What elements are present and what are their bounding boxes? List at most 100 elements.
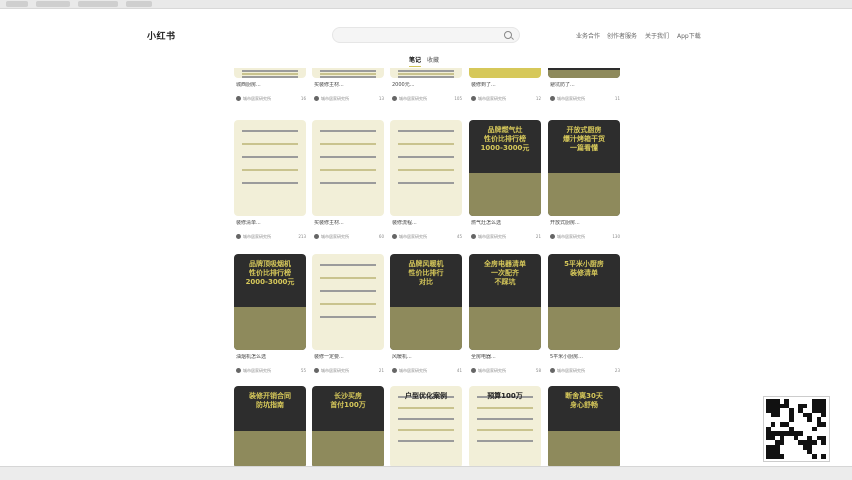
- like-count[interactable]: 16: [301, 96, 306, 101]
- note-title[interactable]: 风暖机...: [392, 354, 462, 361]
- author-name[interactable]: 城市居家研究所: [399, 96, 427, 102]
- note-card[interactable]: 买装修主材... 城市居家研究所 60: [312, 120, 384, 248]
- like-count[interactable]: 58: [536, 368, 541, 373]
- note-cover-image[interactable]: 装修开销合同 防坑指南: [234, 386, 306, 467]
- note-cover-image[interactable]: [312, 120, 384, 216]
- like-count[interactable]: 55: [301, 368, 306, 373]
- like-count[interactable]: 11: [615, 96, 620, 101]
- author-name[interactable]: 城市居家研究所: [557, 96, 585, 102]
- like-count[interactable]: 213: [298, 234, 306, 239]
- note-title[interactable]: 买装修主材...: [314, 220, 384, 227]
- note-title[interactable]: 开放式厨房...: [550, 220, 620, 227]
- avatar[interactable]: [236, 234, 241, 239]
- note-cover-image[interactable]: 5平米小厨房 装修清单: [548, 254, 620, 350]
- note-card[interactable]: 开放式厨房 爆汁烤箱干货 一篇看懂开放式厨房... 城市居家研究所 130: [548, 120, 620, 248]
- like-count[interactable]: 23: [615, 368, 620, 373]
- note-card[interactable]: 断舍离30天 身心舒畅: [548, 386, 620, 467]
- note-title[interactable]: 城西厨房...: [236, 82, 306, 89]
- note-title[interactable]: 装修清单...: [236, 220, 306, 227]
- site-logo[interactable]: 小红书: [147, 29, 176, 42]
- nav-link-creator[interactable]: 创作者服务: [607, 31, 637, 40]
- like-count[interactable]: 130: [612, 234, 620, 239]
- avatar[interactable]: [471, 96, 476, 101]
- like-count[interactable]: 45: [457, 234, 462, 239]
- author-name[interactable]: 城市居家研究所: [243, 234, 271, 240]
- nav-link-business[interactable]: 业务合作: [576, 31, 600, 40]
- like-count[interactable]: 21: [379, 368, 384, 373]
- note-card[interactable]: 装修到了... 城市居家研究所 12: [469, 68, 541, 110]
- author-name[interactable]: 城市居家研究所: [399, 368, 427, 374]
- note-card[interactable]: 户型优化案例: [390, 386, 462, 467]
- author-name[interactable]: 城市居家研究所: [478, 368, 506, 374]
- avatar[interactable]: [392, 234, 397, 239]
- like-count[interactable]: 21: [536, 234, 541, 239]
- note-title[interactable]: 燃气灶怎么选: [471, 220, 541, 227]
- tab-notes[interactable]: 笔记: [409, 55, 422, 67]
- nav-link-about[interactable]: 关于我们: [645, 31, 669, 40]
- avatar[interactable]: [471, 234, 476, 239]
- avatar[interactable]: [236, 368, 241, 373]
- note-card[interactable]: 长沙买房 首付100万: [312, 386, 384, 467]
- note-cover-image[interactable]: 品牌风暖机 性价比排行 对比: [390, 254, 462, 350]
- note-card[interactable]: 装修清单... 城市居家研究所 213: [234, 120, 306, 248]
- note-cover-image[interactable]: 户型优化案例: [390, 386, 462, 467]
- note-card[interactable]: 5平米小厨房 装修清单 5平米小厨房... 城市居家研究所 23: [548, 254, 620, 382]
- note-cover-image[interactable]: [312, 254, 384, 350]
- note-cover-image[interactable]: 预算100万: [469, 386, 541, 467]
- note-cover-image[interactable]: 品牌顶吸烟机 性价比排行榜 2000-3000元: [234, 254, 306, 350]
- note-card[interactable]: 装修流程... 城市居家研究所 45: [390, 120, 462, 248]
- note-cover-image[interactable]: 断舍离30天 身心舒畅: [548, 386, 620, 467]
- author-name[interactable]: 城市居家研究所: [557, 234, 585, 240]
- note-title[interactable]: 油烟机怎么选: [236, 354, 306, 361]
- note-title[interactable]: 5平米小厨房...: [550, 354, 620, 361]
- avatar[interactable]: [314, 96, 319, 101]
- note-card[interactable]: 2000元... 城市居家研究所 105: [390, 68, 462, 110]
- note-cover-image[interactable]: [390, 120, 462, 216]
- note-title[interactable]: 装修一定要...: [314, 354, 384, 361]
- note-title[interactable]: 2000元...: [392, 82, 462, 89]
- note-card[interactable]: 预算100万: [469, 386, 541, 467]
- browser-tab[interactable]: [126, 1, 152, 7]
- author-name[interactable]: 城市居家研究所: [478, 234, 506, 240]
- note-title[interactable]: 避坑防了...: [550, 82, 620, 89]
- browser-tab[interactable]: [78, 1, 118, 7]
- note-card[interactable]: 装修一定要... 城市居家研究所 21: [312, 254, 384, 382]
- like-count[interactable]: 105: [454, 96, 462, 101]
- note-cover-image[interactable]: [234, 68, 306, 78]
- like-count[interactable]: 41: [457, 368, 462, 373]
- note-card[interactable]: 避坑防了... 城市居家研究所 11: [548, 68, 620, 110]
- author-name[interactable]: 城市居家研究所: [321, 368, 349, 374]
- note-title[interactable]: 装修到了...: [471, 82, 541, 89]
- note-cover-image[interactable]: 开放式厨房 爆汁烤箱干货 一篇看懂: [548, 120, 620, 216]
- nav-link-app[interactable]: App下载: [677, 31, 701, 40]
- avatar[interactable]: [550, 368, 555, 373]
- avatar[interactable]: [392, 368, 397, 373]
- note-cover-image[interactable]: [234, 120, 306, 216]
- search-input[interactable]: [332, 27, 520, 43]
- note-card[interactable]: 品牌燃气灶 性价比排行榜 1000-3000元 燃气灶怎么选 城市居家研究所 21: [469, 120, 541, 248]
- note-card[interactable]: 装修开销合同 防坑指南: [234, 386, 306, 467]
- author-name[interactable]: 城市居家研究所: [478, 96, 506, 102]
- like-count[interactable]: 13: [379, 96, 384, 101]
- note-cover-image[interactable]: [390, 68, 462, 78]
- author-name[interactable]: 城市居家研究所: [557, 368, 585, 374]
- note-card[interactable]: 品牌风暖机 性价比排行 对比风暖机... 城市居家研究所 41: [390, 254, 462, 382]
- note-cover-image[interactable]: [548, 68, 620, 78]
- author-name[interactable]: 城市居家研究所: [399, 234, 427, 240]
- note-cover-image[interactable]: [469, 68, 541, 78]
- avatar[interactable]: [392, 96, 397, 101]
- tab-collections[interactable]: 收藏: [427, 55, 439, 64]
- note-cover-image[interactable]: 长沙买房 首付100万: [312, 386, 384, 467]
- note-card[interactable]: 品牌顶吸烟机 性价比排行榜 2000-3000元油烟机怎么选城市居家研究所 55: [234, 254, 306, 382]
- avatar[interactable]: [550, 96, 555, 101]
- like-count[interactable]: 12: [536, 96, 541, 101]
- note-title[interactable]: 全房电器...: [471, 354, 541, 361]
- note-card[interactable]: 城西厨房... 城市居家研究所 16: [234, 68, 306, 110]
- avatar[interactable]: [550, 234, 555, 239]
- note-title[interactable]: 装修流程...: [392, 220, 462, 227]
- author-name[interactable]: 城市居家研究所: [243, 368, 271, 374]
- avatar[interactable]: [471, 368, 476, 373]
- note-card[interactable]: 全房电器清单 一次配齐 不踩坑 全房电器... 城市居家研究所 58: [469, 254, 541, 382]
- like-count[interactable]: 60: [379, 234, 384, 239]
- note-card[interactable]: 买装修主材... 城市居家研究所 13: [312, 68, 384, 110]
